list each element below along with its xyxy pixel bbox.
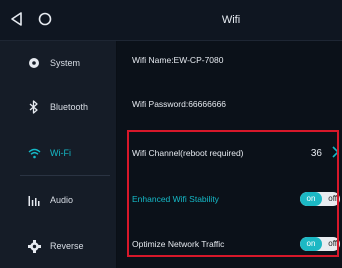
wifi-password-row: Wifi Password:66666666 (128, 82, 342, 126)
wifi-password-text: Wifi Password:66666666 (132, 99, 227, 109)
settings-sidebar: System Bluetooth Wi-Fi Audio Reverse (0, 41, 117, 268)
chevron-right-icon[interactable] (330, 145, 340, 159)
sidebar-item-label: Reverse (50, 241, 84, 251)
toggle-on-label: on (300, 192, 322, 206)
wifi-channel-label: Wifi Channel(reboot required) (132, 148, 244, 158)
sidebar-item-label: Wi-Fi (50, 148, 71, 158)
enhanced-stability-row: Enhanced Wifi Stability on off (128, 177, 342, 221)
enhanced-stability-toggle[interactable]: on off (300, 192, 340, 206)
toggle-on-label: on (300, 237, 322, 251)
sidebar-item-label: Bluetooth (50, 102, 89, 112)
optimize-traffic-row: Optimize Network Traffic on off (128, 222, 342, 266)
toggle-off-label: off (328, 239, 337, 248)
equalizer-icon (26, 192, 42, 208)
gear-icon (26, 55, 42, 71)
sidebar-item-label: Audio (50, 195, 74, 205)
back-icon[interactable] (8, 10, 26, 28)
sidebar-item-bluetooth[interactable]: Bluetooth (0, 85, 116, 129)
enhanced-stability-label: Enhanced Wifi Stability (132, 194, 219, 204)
page-title: Wifi (221, 14, 241, 26)
optimize-traffic-label: Optimize Network Traffic (132, 239, 225, 249)
wifi-name-row: Wifi Name:EW-CP-7080 (128, 38, 342, 82)
wifi-channel-value: 36 (310, 147, 322, 159)
top-bar: Wifi (0, 0, 342, 41)
sidebar-item-audio[interactable]: Audio (0, 178, 116, 222)
optimize-traffic-toggle[interactable]: on off (300, 237, 340, 251)
sidebar-divider (20, 175, 110, 176)
wifi-icon (26, 145, 42, 161)
toggle-off-label: off (328, 194, 337, 203)
bluetooth-icon (26, 99, 42, 115)
sidebar-item-reverse[interactable]: Reverse (0, 224, 116, 268)
wifi-name-text: Wifi Name:EW-CP-7080 (132, 55, 224, 65)
gear-icon (26, 238, 42, 254)
sidebar-item-label: System (50, 58, 81, 68)
wifi-channel-row[interactable]: Wifi Channel(reboot required) 36 (128, 131, 342, 175)
sidebar-item-wifi[interactable]: Wi-Fi (0, 131, 116, 175)
sidebar-item-system[interactable]: System (0, 41, 116, 85)
home-icon[interactable] (36, 10, 54, 28)
